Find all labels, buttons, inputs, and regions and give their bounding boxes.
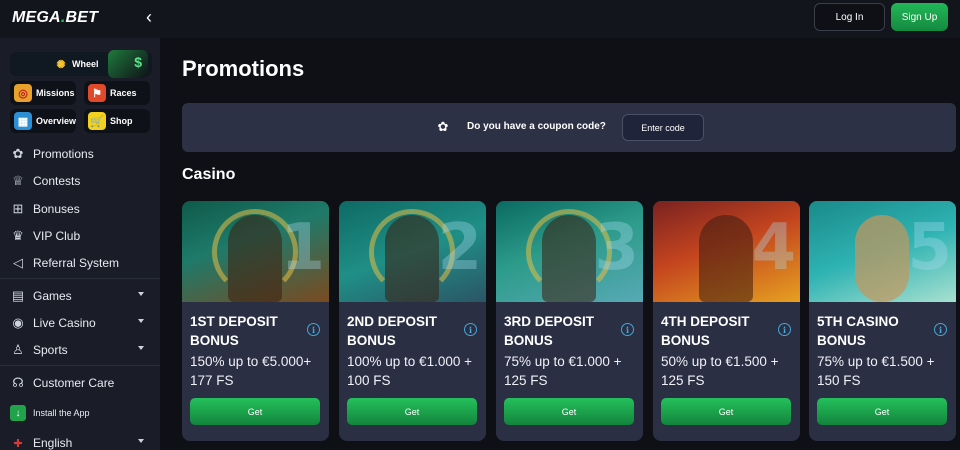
character-figure [855, 215, 909, 302]
sidebar-divider [0, 278, 160, 279]
promo-card-description: 50% up to €1.500 + 125 FS [661, 354, 779, 388]
sidebar-item-live-casino[interactable]: ◉ Live Casino [0, 312, 160, 334]
promo-card: 4 4TH DEPOSIT BONUS i 50% up to €1.500 +… [653, 201, 800, 441]
cart-icon: 🛒 [88, 112, 106, 130]
gift-icon: ⊞ [12, 201, 24, 216]
promo-card-title: 1ST DEPOSIT BONUS [190, 314, 278, 348]
promo-card-description: 150% up to €5.000+ 177 FS [190, 354, 312, 388]
character-figure [542, 215, 596, 302]
chevron-down-icon [138, 319, 144, 323]
info-icon[interactable]: i [934, 323, 947, 336]
promo-card-title: 4TH DEPOSIT BONUS [661, 314, 750, 348]
sidebar-item-sports[interactable]: ♙ Sports [0, 339, 160, 361]
card-number: 2 [437, 211, 482, 285]
promo-card-title: 3RD DEPOSIT BONUS [504, 314, 595, 348]
promo-card: 2 2ND DEPOSIT BONUS i 100% up to €1.000 … [339, 201, 486, 441]
signup-button[interactable]: Sign Up [891, 3, 948, 31]
promo-card-image: 4 [653, 201, 800, 302]
sidebar: ✺ Wheel ◎ Missions ⚑ Races ▦ Overview 🛒 … [0, 38, 160, 450]
games-icon: ▤ [11, 288, 25, 303]
sports-trophy-icon: ♙ [12, 342, 24, 357]
card-number: 1 [280, 211, 325, 285]
logo[interactable]: MEGA.BET [12, 9, 98, 27]
chevron-down-icon [138, 292, 144, 296]
character-figure [385, 215, 439, 302]
wheel-decoration [108, 50, 148, 78]
crown-icon: ♛ [12, 228, 24, 243]
character-figure [699, 215, 753, 302]
sidebar-item-customer-care[interactable]: ☊ Customer Care [0, 372, 160, 394]
race-flag-icon: ⚑ [88, 84, 106, 102]
sidebar-item-language[interactable]: ✚ English [0, 432, 160, 450]
promo-card: 3 3RD DEPOSIT BONUS i 75% up to €1.000 +… [496, 201, 643, 441]
get-bonus-button[interactable]: Get [347, 398, 477, 425]
character-figure [228, 215, 282, 302]
sidebar-tile-wheel[interactable]: ✺ Wheel [10, 50, 152, 78]
promo-card-description: 75% up to €1.500 + 150 FS [817, 354, 935, 388]
sidebar-item-games[interactable]: ▤ Games [0, 285, 160, 307]
target-icon: ◎ [14, 84, 32, 102]
sidebar-item-install-app[interactable]: ↓ Install the App [0, 402, 160, 424]
info-icon[interactable]: i [307, 323, 320, 336]
sidebar-divider [0, 365, 160, 366]
promo-card-description: 75% up to €1.000 + 125 FS [504, 354, 622, 388]
get-bonus-button[interactable]: Get [817, 398, 947, 425]
wheel-icon: ✺ [56, 58, 66, 71]
promo-card-image: 5 [809, 201, 956, 302]
chevron-left-icon: ‹ [146, 7, 152, 27]
sidebar-tile-overview[interactable]: ▦ Overview [10, 109, 76, 133]
info-icon[interactable]: i [464, 323, 477, 336]
collapse-sidebar-button[interactable]: ‹ [140, 6, 158, 28]
info-icon[interactable]: i [778, 323, 791, 336]
sidebar-item-contests[interactable]: ♕ Contests [0, 170, 160, 192]
sidebar-item-bonuses[interactable]: ⊞ Bonuses [0, 198, 160, 220]
chevron-down-icon [138, 439, 144, 443]
promotions-icon: ✿ [12, 146, 24, 161]
promo-card-image: 2 [339, 201, 486, 302]
sidebar-item-vip-club[interactable]: ♛ VIP Club [0, 225, 160, 247]
card-number: 3 [594, 211, 639, 285]
promo-card-title: 2ND DEPOSIT BONUS [347, 314, 438, 348]
uk-flag-icon: ✚ [13, 437, 23, 450]
card-number: 5 [907, 211, 952, 285]
login-button[interactable]: Log In [814, 3, 885, 31]
sidebar-item-referral-system[interactable]: ◁ Referral System [0, 252, 160, 274]
top-bar: MEGA.BET ‹ Log In Sign Up [0, 0, 960, 38]
headset-icon: ☊ [12, 375, 24, 390]
get-bonus-button[interactable]: Get [190, 398, 320, 425]
get-bonus-button[interactable]: Get [504, 398, 634, 425]
promo-card-description: 100% up to €1.000 + 100 FS [347, 354, 472, 388]
megaphone-icon: ◁ [13, 255, 23, 270]
enter-code-button[interactable]: Enter code [622, 114, 704, 141]
sidebar-tile-missions[interactable]: ◎ Missions [10, 81, 76, 105]
download-icon: ↓ [10, 405, 26, 421]
card-number: 4 [751, 211, 796, 285]
promo-card: 5 5TH CASINO BONUS i 75% up to €1.500 + … [809, 201, 956, 441]
promo-card-image: 1 [182, 201, 329, 302]
section-title-casino: Casino [182, 166, 236, 183]
chevron-down-icon [138, 346, 144, 350]
get-bonus-button[interactable]: Get [661, 398, 791, 425]
grid-icon: ▦ [14, 112, 32, 130]
sidebar-tile-races[interactable]: ⚑ Races [84, 81, 150, 105]
live-casino-icon: ◉ [12, 315, 24, 330]
trophy-icon: ♕ [12, 173, 24, 188]
coupon-panel: ✿ Do you have a coupon code? Enter code [182, 103, 956, 152]
coupon-question: Do you have a coupon code? [467, 121, 606, 132]
sidebar-tile-shop[interactable]: 🛒 Shop [84, 109, 150, 133]
info-icon[interactable]: i [621, 323, 634, 336]
promo-card-title: 5TH CASINO BONUS [817, 314, 899, 348]
promo-card-image: 3 [496, 201, 643, 302]
page-title: Promotions [182, 56, 305, 81]
sidebar-item-promotions[interactable]: ✿ Promotions [0, 143, 160, 165]
promo-card: 1 1ST DEPOSIT BONUS i 150% up to €5.000+… [182, 201, 329, 441]
coupon-icon: ✿ [437, 119, 449, 134]
